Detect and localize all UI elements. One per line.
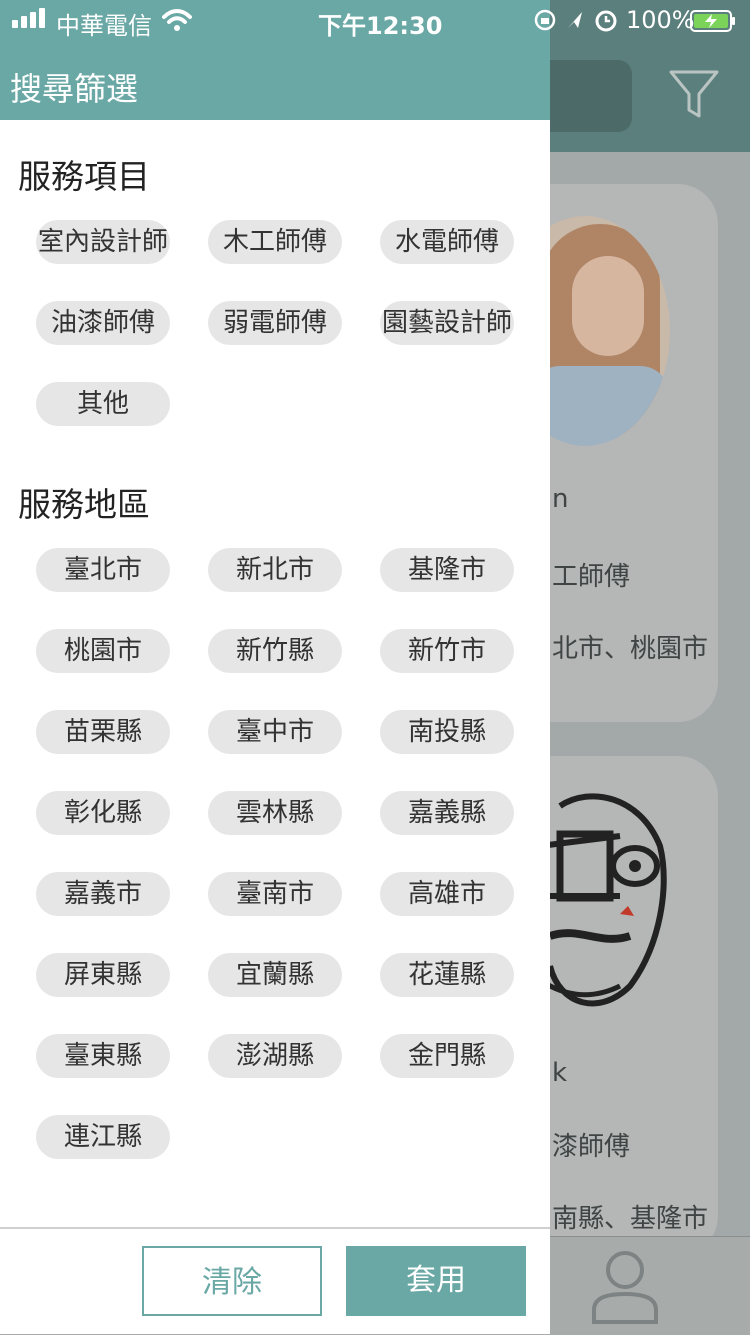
- card-profession: 工師傅: [552, 562, 631, 592]
- service-items-title: 服務項目: [18, 157, 150, 196]
- filter-chip[interactable]: 臺東縣: [36, 1034, 170, 1078]
- apply-button[interactable]: 套用: [346, 1246, 526, 1316]
- filter-chip[interactable]: 室內設計師: [36, 220, 170, 264]
- filter-chip[interactable]: 新竹縣: [208, 629, 342, 673]
- filter-chip[interactable]: 雲林縣: [208, 791, 342, 835]
- card-areas: 南縣、基隆市: [552, 1204, 709, 1234]
- filter-chip[interactable]: 澎湖縣: [208, 1034, 342, 1078]
- battery-icon: [690, 10, 735, 32]
- filter-chip[interactable]: 油漆師傅: [36, 301, 170, 345]
- filter-chip[interactable]: 新北市: [208, 548, 342, 592]
- card-name: k: [552, 1058, 568, 1088]
- clear-button[interactable]: 清除: [142, 1246, 322, 1316]
- filter-chip[interactable]: 弱電師傅: [208, 301, 342, 345]
- filter-chip[interactable]: 屏東縣: [36, 953, 170, 997]
- filter-chip[interactable]: 園藝設計師: [380, 301, 514, 345]
- filter-drawer: 搜尋篩選 服務項目 室內設計師 木工師傅 水電師傅油漆師傅 弱電師傅 園藝設計師其他 服…: [0, 0, 550, 1334]
- filter-chip[interactable]: 基隆市: [380, 548, 514, 592]
- carrier-label: 中華電信: [56, 12, 152, 40]
- filter-chip[interactable]: 苗栗縣: [36, 710, 170, 754]
- filter-chip[interactable]: 嘉義市: [36, 872, 170, 916]
- filter-chip[interactable]: 桃園市: [36, 629, 170, 673]
- status-bar: 中華電信 下午12:30 100%: [0, 0, 750, 40]
- drawer-title: 搜尋篩選: [10, 70, 139, 108]
- filter-chip[interactable]: 宜蘭縣: [208, 953, 342, 997]
- filter-chip[interactable]: 花蓮縣: [380, 953, 514, 997]
- divider: [0, 1227, 550, 1229]
- filter-chip[interactable]: 其他: [36, 382, 170, 426]
- filter-chip[interactable]: 彰化縣: [36, 791, 170, 835]
- filter-chip[interactable]: 高雄市: [380, 872, 514, 916]
- service-areas-title: 服務地區: [18, 485, 150, 524]
- status-icons: [534, 9, 617, 32]
- card-profession: 漆師傅: [552, 1132, 631, 1162]
- profile-icon[interactable]: [590, 1248, 660, 1324]
- filter-chip[interactable]: 金門縣: [380, 1034, 514, 1078]
- filter-chip[interactable]: 臺中市: [208, 710, 342, 754]
- filter-chip[interactable]: 水電師傅: [380, 220, 514, 264]
- card-name: n: [552, 484, 569, 514]
- filter-chip[interactable]: 臺南市: [208, 872, 342, 916]
- filter-chip[interactable]: 木工師傅: [208, 220, 342, 264]
- battery-percent: 100%: [626, 6, 695, 34]
- wifi-icon: [162, 9, 192, 31]
- filter-chip[interactable]: 南投縣: [380, 710, 514, 754]
- filter-chip[interactable]: 嘉義縣: [380, 791, 514, 835]
- filter-icon[interactable]: [668, 68, 720, 122]
- filter-chip[interactable]: 連江縣: [36, 1115, 170, 1159]
- filter-chip[interactable]: 新竹市: [380, 629, 514, 673]
- clock: 下午12:30: [318, 12, 443, 40]
- filter-chip[interactable]: 臺北市: [36, 548, 170, 592]
- card-areas: 北市、桃園市: [552, 634, 709, 664]
